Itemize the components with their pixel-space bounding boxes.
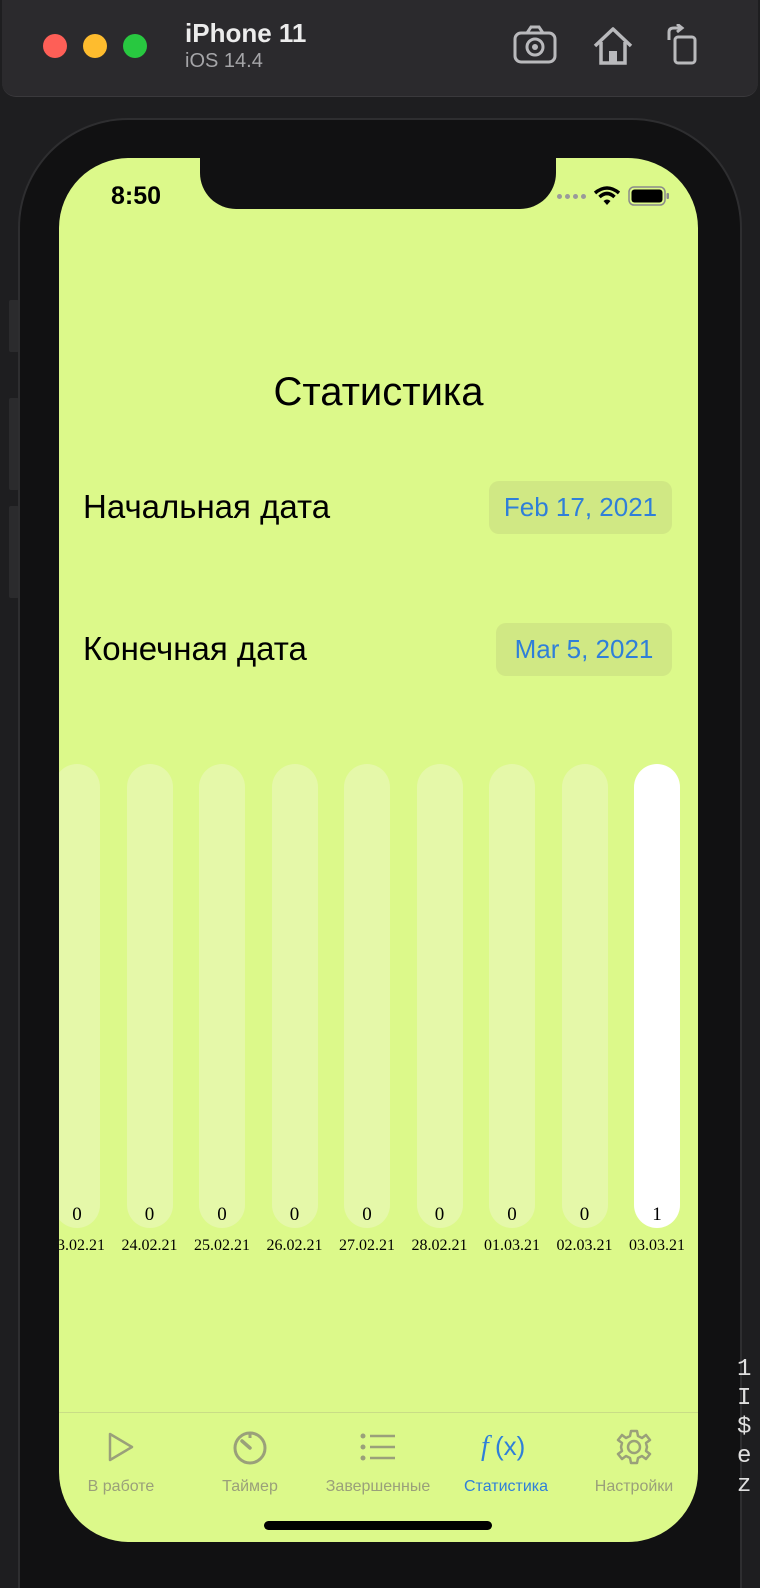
right-text-line: 1 (737, 1356, 752, 1383)
chart-date-label: 01.03.21 (484, 1237, 540, 1254)
svg-text:f: f (481, 1431, 492, 1462)
zoom-window-button[interactable] (123, 34, 147, 58)
right-text-line: e (737, 1443, 752, 1470)
chart-date-label: 23.02.21 (59, 1237, 105, 1254)
right-text-line: I (737, 1385, 752, 1412)
tab-label: В работе (87, 1478, 155, 1495)
chart-bar (634, 764, 680, 1228)
tab-label: Статистика (463, 1478, 549, 1495)
chart-bar (126, 764, 173, 1228)
chart-value-label: 0 (507, 1204, 517, 1225)
chart-date-label: 24.02.21 (121, 1237, 178, 1254)
list-icon (314, 1425, 442, 1469)
simulator-title-bar: iPhone 11 iOS 14.4 (2, 0, 758, 97)
chart-date-label: 26.02.21 (266, 1237, 323, 1254)
chart-date-label: 25.02.21 (194, 1237, 250, 1254)
chart-date-label: 02.03.21 (556, 1237, 613, 1254)
statistics-bar-chart[interactable]: 0 23.02.21 0 24.02.21 0 25.02.21 0 26.02.21 0 27.… (59, 158, 698, 1542)
right-text-line: z (737, 1472, 752, 1499)
chart-value-label: 0 (434, 1204, 445, 1225)
chart-bar (416, 764, 463, 1228)
device-name: iPhone 11 (185, 18, 307, 48)
minimize-window-button[interactable] (83, 34, 107, 58)
chart-date-label: 04.03.21 (690, 1237, 699, 1255)
chart-value-label: 0 (289, 1204, 300, 1225)
tab-in-progress[interactable]: В работе (59, 1425, 185, 1496)
close-window-button[interactable] (43, 34, 67, 58)
chart-date-label: 27.02.21 (339, 1237, 395, 1254)
chart-bar (271, 764, 318, 1228)
os-version: iOS 14.4 (185, 50, 263, 72)
chart-value-label: 0 (579, 1204, 590, 1225)
tab-completed[interactable]: Завершенные (314, 1425, 442, 1496)
chart-date-label: 03.03.21 (629, 1237, 685, 1254)
tab-label: Таймер (222, 1478, 278, 1495)
chart-value-label: 1 (652, 1204, 662, 1225)
svg-text:(x): (x) (495, 1431, 525, 1461)
tab-statistics[interactable]: f (x) Статистика (442, 1425, 570, 1496)
chart-date-label: 28.02.21 (411, 1237, 468, 1254)
chart-bar (59, 764, 100, 1228)
chart-value-label: 0 (144, 1204, 155, 1225)
chart-bar (489, 764, 535, 1228)
tab-label: Настройки (594, 1478, 674, 1495)
home-icon[interactable] (590, 24, 636, 68)
tab-timer[interactable]: Таймер (186, 1425, 314, 1496)
play-icon (59, 1425, 185, 1469)
screenshot-icon[interactable] (512, 24, 558, 68)
chart-value-label: 0 (362, 1204, 372, 1225)
chart-value-label: 0 (217, 1204, 227, 1225)
tab-label: Завершенные (325, 1478, 431, 1495)
chart-bar (561, 764, 608, 1228)
chart-bar (344, 764, 390, 1228)
function-icon: f (x) (442, 1425, 570, 1469)
rotate-icon[interactable] (662, 22, 708, 68)
right-text-line: $ (737, 1414, 752, 1441)
chart-value-label: 0 (72, 1204, 82, 1225)
home-indicator (264, 1521, 492, 1530)
chart-bar (199, 764, 245, 1228)
tab-settings[interactable]: Настройки (570, 1425, 698, 1496)
app-screen: 8:50 Статистика Начальная дата Feb 17, 2… (59, 158, 698, 1542)
timer-icon (186, 1425, 314, 1469)
gear-icon (570, 1425, 698, 1469)
